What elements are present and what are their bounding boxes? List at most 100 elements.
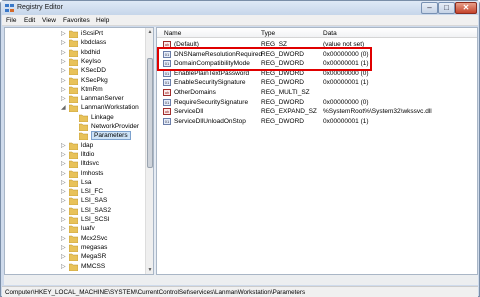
folder-icon [79,123,88,131]
tree-item-label: kbdclass [81,39,107,47]
scroll-up-icon[interactable]: ▲ [146,28,153,36]
folder-icon [69,77,78,85]
registry-editor-window: Registry Editor – □ ✕ File Edit View Fav… [0,0,480,297]
expand-toggle-icon[interactable]: ▷ [61,180,67,186]
folder-icon [69,151,78,159]
value-name: EnableSecuritySignature [174,79,246,87]
tree-item-label: MMCSS [81,262,106,270]
scroll-down-icon[interactable]: ▼ [146,266,153,274]
tree-item-label: LSI_SAS [81,197,108,205]
tree-item-label: LSI_SAS2 [81,206,111,214]
tree-item-label: LSI_FC [81,188,104,196]
value-row[interactable]: 01 RequireSecuritySignature REG_DWORD 0x000… [157,98,477,107]
value-data: %SystemRoot%\System32\wkssvc.dll [323,108,432,116]
folder-icon [69,30,78,38]
folder-icon [69,58,78,66]
expand-toggle-icon[interactable]: ▷ [61,152,67,158]
expand-toggle-icon[interactable]: ▷ [61,161,67,167]
value-row[interactable]: 01 EnableSecuritySignature REG_DWORD 0x0000… [157,78,477,87]
tree-item-label: Parameters [91,131,131,141]
tree-item-label: KSecDD [81,67,106,75]
expand-toggle-icon[interactable]: ▷ [61,68,67,74]
value-row[interactable]: ab ServiceDll REG_EXPAND_SZ %SystemRoot%\Sy… [157,107,477,116]
folder-icon [79,114,88,122]
tree-item-label: lmhosts [81,169,104,177]
expand-toggle-icon[interactable] [71,115,77,121]
minimize-button[interactable]: – [421,2,438,14]
menu-favorites[interactable]: Favorites [63,17,90,24]
expand-toggle-icon[interactable]: ▷ [61,198,67,204]
expand-toggle-icon[interactable]: ▷ [61,87,67,93]
column-name[interactable]: Name [164,30,181,37]
value-name: OtherDomains [174,89,216,96]
expand-toggle-icon[interactable]: ▷ [61,226,67,232]
tree-item-label: lltdsvc [81,160,100,168]
menu-edit[interactable]: Edit [24,17,35,24]
title-bar[interactable]: Registry Editor – □ ✕ [1,1,479,15]
string-value-icon: ab [163,89,171,96]
expand-toggle-icon[interactable]: ▷ [61,78,67,84]
tree-item-label: LSI_SCSI [81,216,110,223]
expand-toggle-icon[interactable]: ▷ [61,236,67,242]
expand-toggle-icon[interactable] [71,133,77,139]
tree-vertical-scrollbar[interactable]: ▲ ▼ [145,28,153,274]
expand-toggle-icon[interactable]: ▷ [61,171,67,177]
folder-icon [69,67,78,76]
menu-view[interactable]: View [42,17,56,24]
tree-item-label: Linkage [91,113,114,121]
folder-icon [69,263,78,271]
folder-icon [69,198,78,206]
folder-icon [69,235,78,243]
folder-icon [69,207,78,215]
value-data: 0x00000000 (0) [323,98,369,106]
value-data: 0x00000001 (1) [323,79,369,87]
folder-icon [69,95,78,104]
value-name: ServiceDll [174,108,204,116]
expand-toggle-icon[interactable]: ▷ [61,208,67,214]
expand-toggle-icon[interactable]: ▷ [61,254,67,260]
folder-icon [69,179,78,187]
horizontal-scrollbar[interactable] [4,275,478,285]
key-tree-pane[interactable]: ▲ ▼ ▷ iScsiPrt ▷ kbdclass ▷ kbdhid ▷ KeyIso ▷ KSe… [4,27,154,275]
value-row[interactable]: 01 ServiceDllUnloadOnStop REG_DWORD 0x00000… [157,117,477,126]
expand-toggle-icon[interactable]: ▷ [61,59,67,65]
expand-toggle-icon[interactable] [71,124,77,130]
folder-icon [69,216,78,224]
menu-file[interactable]: File [6,17,16,24]
expand-toggle-icon[interactable]: ▷ [61,96,67,102]
expand-toggle-icon[interactable]: ▷ [61,31,67,37]
folder-icon [69,40,78,48]
expand-toggle-icon[interactable]: ▷ [61,40,67,46]
expand-toggle-icon[interactable]: ▷ [61,264,67,270]
binary-value-icon: 01 [163,98,171,106]
maximize-button[interactable]: □ [438,2,455,14]
column-type[interactable]: Type [261,30,275,37]
value-name: RequireSecuritySignature [174,98,249,106]
expand-toggle-icon[interactable]: ▷ [61,50,67,56]
folder-icon [69,142,78,150]
tree-scroll-thumb[interactable] [147,58,153,168]
expand-toggle-icon[interactable]: ▷ [61,217,67,223]
folder-icon [69,86,78,94]
tree-item-label: MegaSR [81,253,107,261]
expand-toggle-icon[interactable]: ▷ [61,143,67,149]
window-title: Registry Editor [17,4,63,11]
menu-help[interactable]: Help [96,17,109,24]
folder-icon [69,244,78,252]
folder-icon [69,188,78,197]
value-data: 0x00000001 (1) [323,117,369,125]
value-row[interactable]: ab OtherDomains REG_MULTI_SZ [157,88,477,97]
value-type: REG_DWORD [261,98,304,106]
folder-icon [69,160,78,169]
tree-item-label: LanmanWorkstation [81,104,139,112]
close-button[interactable]: ✕ [455,2,477,14]
tree-item-label: Lsa [81,178,92,186]
expand-toggle-icon[interactable]: ▷ [61,189,67,195]
tree-item-label: iScsiPrt [81,30,104,37]
expand-toggle-icon[interactable]: ▷ [61,245,67,251]
tree-item-label: megasas [81,243,108,251]
expand-toggle-icon[interactable]: ◢ [61,105,67,111]
column-data[interactable]: Data [323,30,337,37]
string-value-icon: ab [163,108,171,116]
tree-item-label: LanmanServer [81,95,124,103]
